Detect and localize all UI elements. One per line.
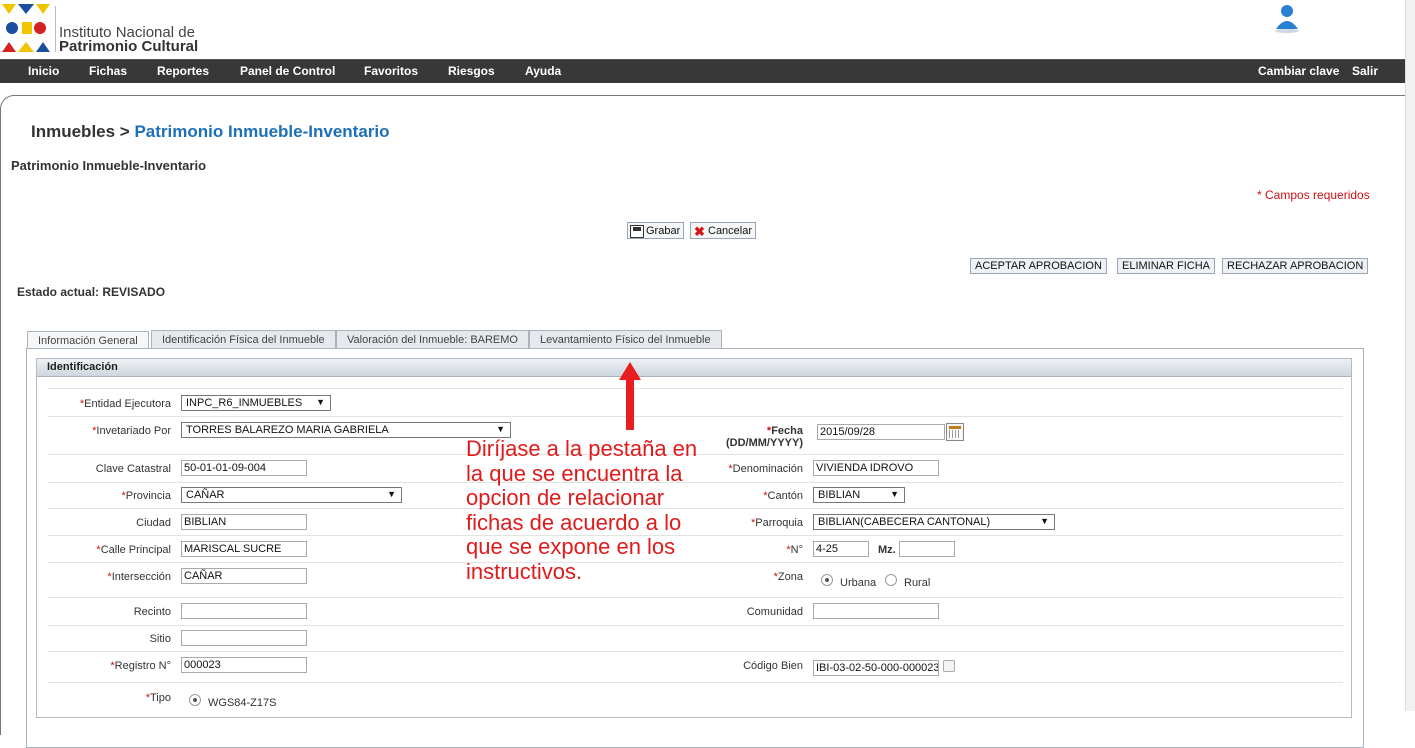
reject-approval-button[interactable]: RECHAZAR APROBACION [1222,258,1369,274]
comunidad-input[interactable] [813,603,939,619]
nav-reportes[interactable]: Reportes [157,64,209,78]
accept-approval-button[interactable]: ACEPTAR APROBACION [970,258,1107,274]
user-icon[interactable] [1271,2,1303,34]
codigo-label: Código Bien [743,660,803,672]
tipo-radio[interactable] [189,694,201,706]
interseccion-label: *Intersección [107,571,171,583]
chevron-down-icon: ▼ [1040,516,1049,526]
zona-urbana-label: Urbana [840,577,877,589]
mz-label: Mz. [878,544,896,556]
annotation-arrow-stem [626,378,634,430]
delete-record-button[interactable]: ELIMINAR FICHA [1117,258,1216,274]
nav-ayuda[interactable]: Ayuda [525,64,561,78]
nav-cambiar-clave[interactable]: Cambiar clave [1258,64,1339,78]
mz-input[interactable] [899,541,955,557]
nav-fichas[interactable]: Fichas [89,64,127,78]
tab-levantamiento-fisico[interactable]: Levantamiento Físico del Inmueble [529,330,722,349]
numero-input[interactable]: 4-25 [813,541,869,557]
page-subtitle: Patrimonio Inmueble-Inventario [11,158,207,173]
zona-urbana-radio[interactable] [821,574,833,586]
cancel-icon: ✖ [694,223,705,239]
breadcrumb-current: Patrimonio Inmueble-Inventario [134,122,390,141]
sitio-label: Sitio [149,633,171,645]
annotation-text: Diríjase a la pestaña en la que se encue… [466,436,698,584]
denominacion-input[interactable]: VIVIENDA IDROVO [813,460,939,476]
chevron-down-icon: ▼ [387,489,396,499]
main-nav: Inicio Fichas Reportes Panel de Control … [0,59,1405,83]
sitio-input[interactable] [181,630,307,646]
row-divider [48,597,1343,598]
header: Instituto Nacional de Patrimonio Cultura… [0,0,1415,59]
canton-label: *Cantón [763,490,803,502]
row-divider [48,651,1343,652]
cancel-button-label: Cancelar [708,225,753,237]
codigo-input[interactable]: IBI-03-02-50-000-000023 [813,660,939,676]
parroquia-select[interactable]: BIBLIAN(CABECERA CANTONAL) ▼ [813,514,1055,530]
parroquia-label: *Parroquia [751,517,803,529]
nav-inicio[interactable]: Inicio [28,64,59,78]
zona-rural-radio[interactable] [885,574,897,586]
ciudad-input[interactable]: BIBLIAN [181,514,307,530]
calle-input[interactable]: MARISCAL SUCRE [181,541,307,557]
breadcrumb-parent[interactable]: Inmuebles > [31,122,130,141]
cancel-button[interactable]: ✖ Cancelar [690,222,757,239]
row-divider [48,682,1343,683]
provincia-label: *Provincia [121,490,171,502]
inventariado-select[interactable]: TORRES BALAREZO MARIA GABRIELA ▼ [181,422,511,438]
provincia-select[interactable]: CAÑAR ▼ [181,487,402,503]
row-divider [48,416,1343,417]
nav-riesgos[interactable]: Riesgos [448,64,495,78]
save-button[interactable]: Grabar [627,222,685,239]
fecha-input[interactable]: 2015/09/28 [817,424,945,440]
registro-label: *Registro N° [110,660,171,672]
vertical-scrollbar[interactable] [1405,0,1415,711]
current-status: Estado actual: REVISADO [17,285,166,299]
clave-label: Clave Catastral [95,463,171,475]
calendar-icon[interactable] [946,423,964,441]
registro-input[interactable]: 000023 [181,657,307,673]
tipo-radio-label: WGS84-Z17S [208,697,277,709]
calle-label: *Calle Principal [96,544,171,556]
denominacion-label: *Denominación [728,463,803,475]
inventariado-label: *Invetariado Por [92,425,171,437]
codigo-checkbox[interactable] [943,660,955,672]
clave-input[interactable]: 50-01-01-09-004 [181,460,307,476]
save-button-label: Grabar [646,225,681,237]
interseccion-input[interactable]: CAÑAR [181,568,307,584]
org-name-line2: Patrimonio Cultural [59,38,199,55]
nav-favoritos[interactable]: Favoritos [364,64,418,78]
row-divider [48,388,1343,389]
nav-panel-de-control[interactable]: Panel de Control [240,64,335,78]
section-header: Identificación [37,359,1351,377]
canton-select[interactable]: BIBLIAN ▼ [813,487,905,503]
inpc-logo-icon [0,2,52,54]
recinto-label: Recinto [133,606,171,618]
breadcrumb: Inmuebles > Patrimonio Inmueble-Inventar… [31,122,390,142]
chevron-down-icon: ▼ [316,397,325,407]
required-fields-note: * Campos requeridos [1257,188,1370,202]
tab-identificacion-fisica[interactable]: Identificación Física del Inmueble [151,330,336,349]
fecha-label: *Fecha (DD/MM/YYYY) [726,425,803,449]
chevron-down-icon: ▼ [496,424,505,434]
ciudad-label: Ciudad [136,517,171,529]
zona-rural-label: Rural [904,577,931,589]
row-divider [48,625,1343,626]
chevron-down-icon: ▼ [890,489,899,499]
zona-label: *Zona [773,571,803,583]
logo-divider [55,6,56,52]
tipo-label: *Tipo [145,692,171,704]
save-icon [630,224,644,238]
tab-valoracion-baremo[interactable]: Valoración del Inmueble: BAREMO [336,330,529,349]
entidad-label: *Entidad Ejecutora [79,398,171,410]
comunidad-label: Comunidad [746,606,803,618]
numero-label: *N° [786,544,803,556]
recinto-input[interactable] [181,603,307,619]
nav-salir[interactable]: Salir [1352,64,1378,78]
entidad-select[interactable]: INPC_R6_INMUEBLES ▼ [181,395,331,411]
